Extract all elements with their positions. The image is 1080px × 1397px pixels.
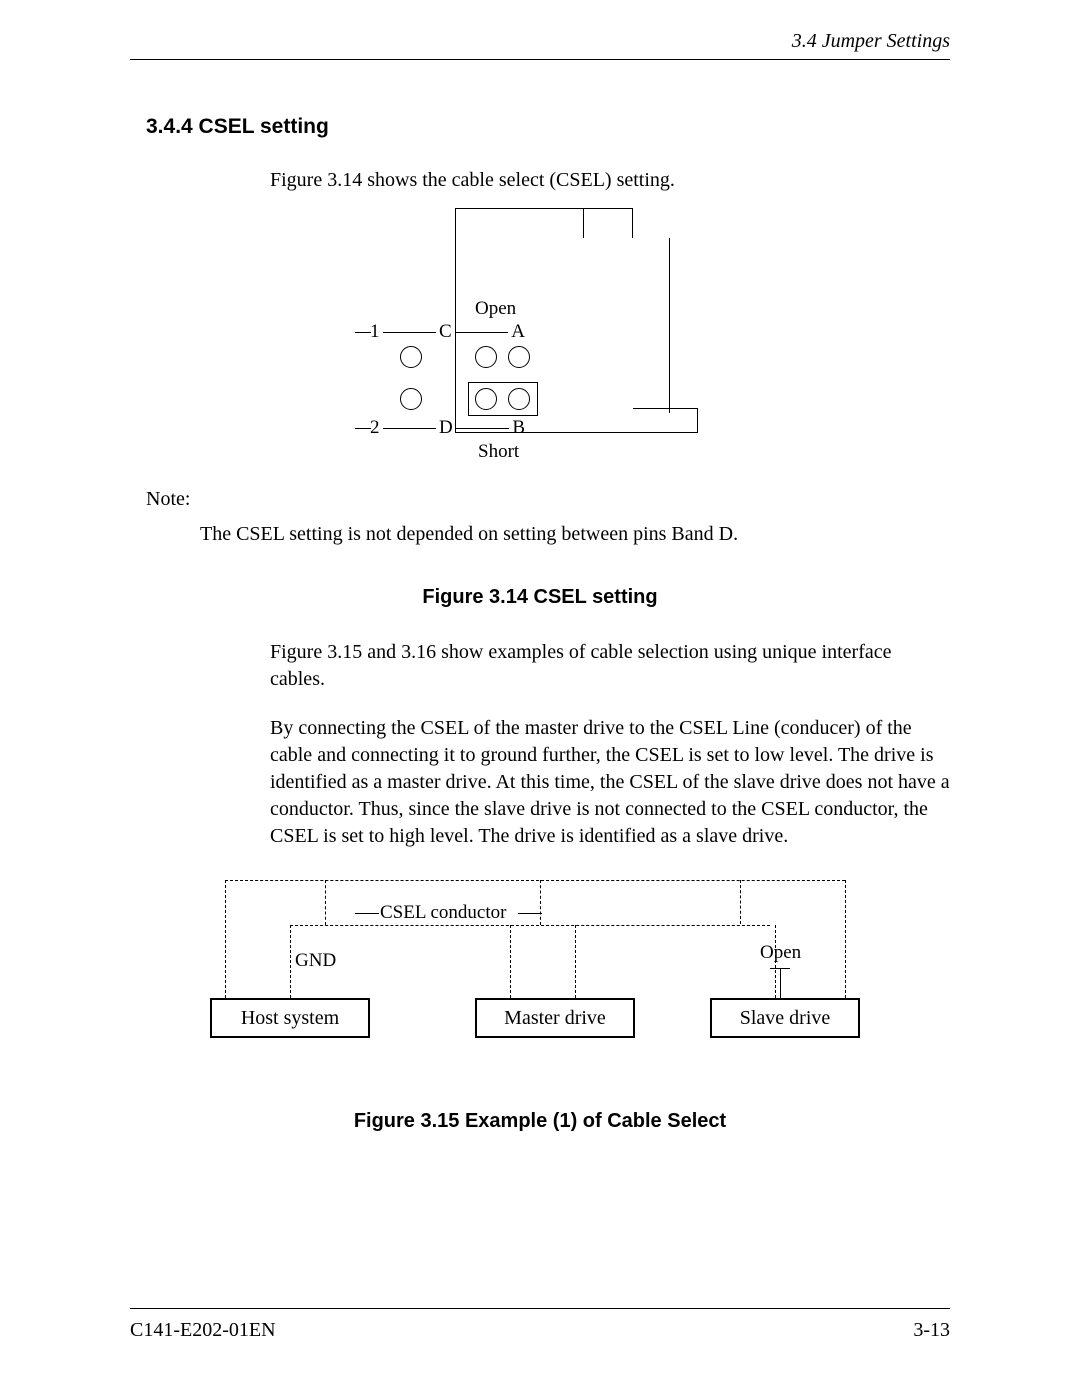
pin-d <box>475 388 497 410</box>
figure-3-15-caption: Figure 3.15 Example (1) of Cable Select <box>130 1110 950 1133</box>
figure-3-14-caption: Figure 3.14 CSEL setting <box>130 586 950 609</box>
paragraph-2: Figure 3.15 and 3.16 show examples of ca… <box>270 639 950 693</box>
pin-2 <box>400 388 422 410</box>
section-title: 3.4.4 CSEL setting <box>130 115 950 139</box>
figure-cable-select-example: CSEL conductor GND Open Host system Mast… <box>210 880 870 1060</box>
pin-c <box>475 346 497 368</box>
csel-conductor-label: CSEL conductor <box>380 902 506 924</box>
note-text: The CSEL setting is not depended on sett… <box>130 523 950 546</box>
page-footer: C141-E202-01EN 3-13 <box>130 1308 950 1342</box>
footer-doc-id: C141-E202-01EN <box>130 1319 276 1342</box>
fig14-row1-labels: 1 C A <box>370 321 525 343</box>
paragraph-3: By connecting the CSEL of the master dri… <box>270 715 950 850</box>
header-section-ref: 3.4 Jumper Settings <box>792 30 950 52</box>
footer-page-number: 3-13 <box>913 1319 950 1342</box>
note-label: Note: <box>130 488 950 511</box>
pin-1 <box>400 346 422 368</box>
fig14-open-label: Open <box>475 298 516 320</box>
fig14-short-label: Short <box>478 441 519 463</box>
pin-b <box>508 388 530 410</box>
figure-csel-setting: Open 1 C A 2 D B Short <box>340 208 740 468</box>
fig14-row2-labels: 2 D B <box>370 417 525 439</box>
master-drive-box: Master drive <box>475 998 635 1038</box>
slave-drive-box: Slave drive <box>710 998 860 1038</box>
pin-a <box>508 346 530 368</box>
gnd-label: GND <box>295 950 336 972</box>
open-label: Open <box>760 942 801 964</box>
intro-paragraph: Figure 3.14 shows the cable select (CSEL… <box>270 167 950 194</box>
host-system-box: Host system <box>210 998 370 1038</box>
page-header: 3.4 Jumper Settings <box>130 30 950 60</box>
